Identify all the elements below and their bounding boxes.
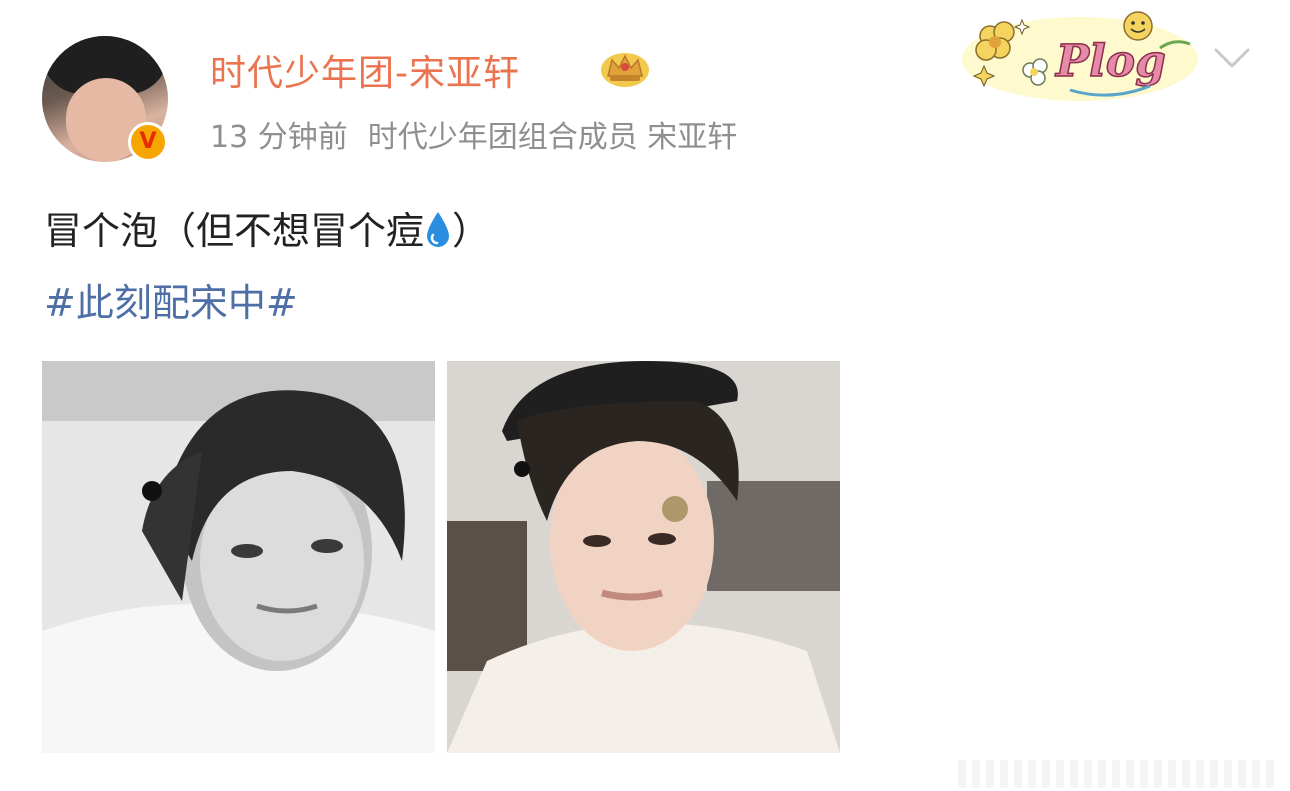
crown-badge-icon[interactable] [598,48,652,88]
chevron-down-icon[interactable] [1212,46,1252,70]
image-watermark [958,760,1280,788]
post-text: 冒个泡（但不想冒个痘 ） [44,200,490,255]
verified-badge-icon: V [128,122,168,162]
plog-sticker-label: Plog [1054,36,1166,87]
post-time[interactable]: 13 分钟前 [210,120,348,155]
verified-badge-glyph: V [139,129,157,154]
flower-icon [975,21,1015,61]
photo-monochrome-selfie[interactable] [42,361,435,753]
monochrome-selfie-image [42,361,435,753]
post-meta: 13 分钟前 时代少年团组合成员 宋亚轩 [210,112,737,156]
post-text-main: 冒个泡（但不想冒个痘 [44,209,425,253]
topic-hashtag[interactable]: #此刻配宋中# [44,272,298,327]
post-source: 时代少年团组合成员 宋亚轩 [367,120,738,155]
water-drop-icon [427,212,450,247]
photo-color-selfie[interactable] [447,361,840,753]
author-name[interactable]: 时代少年团-宋亚轩 [210,44,520,96]
plog-sticker-icon: Plog [962,11,1198,101]
color-selfie-image [447,361,840,753]
post-text-close: ） [452,209,491,253]
